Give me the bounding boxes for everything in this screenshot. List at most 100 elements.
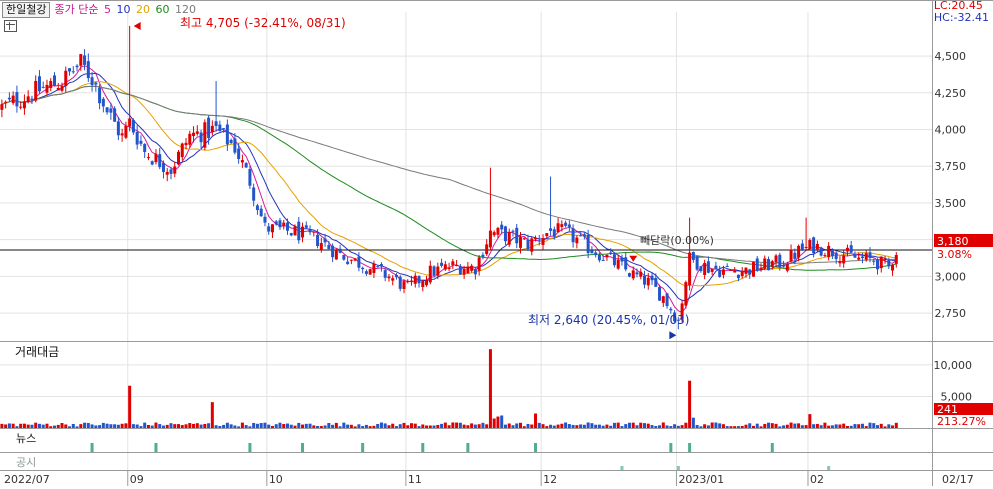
volume-bar — [466, 425, 470, 428]
ma-period-60[interactable]: 60 — [155, 3, 169, 16]
candle-body — [503, 226, 507, 242]
volume-bar — [34, 422, 38, 428]
volume-bar — [714, 422, 718, 428]
volume-bar — [184, 424, 188, 428]
volume-bar — [691, 417, 695, 428]
volume-bar — [402, 422, 406, 428]
candle-body — [853, 254, 857, 258]
volume-bar — [684, 422, 688, 428]
volume-bar — [45, 423, 49, 428]
candle-body — [767, 259, 771, 271]
candle-body — [530, 238, 534, 252]
volume-bar — [255, 423, 259, 428]
price-tick-label: 3,500 — [935, 197, 967, 210]
ma-period-10[interactable]: 10 — [116, 3, 130, 16]
volume-bar — [207, 423, 211, 428]
candle-body — [289, 233, 293, 236]
volume-bar — [500, 415, 504, 428]
candle-body — [316, 234, 320, 247]
stock-name-box[interactable]: 한일철강 — [2, 2, 51, 18]
candle-body — [830, 249, 834, 257]
candle-body — [759, 267, 763, 270]
volume-bar — [894, 422, 898, 428]
candle-body — [11, 95, 15, 104]
volume-bar — [398, 424, 402, 428]
volume-bar — [646, 423, 650, 428]
candle-body — [819, 247, 823, 256]
change-pct-label: 3.08% — [937, 248, 972, 261]
volume-bar — [763, 423, 767, 428]
candle-body — [128, 118, 132, 127]
candle-body — [79, 54, 83, 66]
volume-bar — [173, 424, 177, 428]
candle-body — [778, 254, 782, 268]
volume-bar — [233, 425, 237, 428]
volume-bar — [364, 424, 368, 428]
candle-body — [658, 287, 662, 301]
candle-body — [609, 252, 613, 254]
candle-body — [22, 101, 26, 109]
candle-body — [421, 280, 425, 288]
volume-bar — [177, 424, 181, 428]
volume-bar — [842, 423, 846, 428]
candle-body — [233, 138, 237, 153]
volume-bar — [808, 414, 812, 428]
volume-bar — [849, 425, 853, 428]
candle-body — [222, 128, 226, 130]
candle-body — [879, 256, 883, 269]
ma-period-5[interactable]: 5 — [104, 3, 111, 16]
candle-body — [639, 271, 643, 277]
volume-bar — [282, 424, 286, 428]
candle-body — [763, 258, 767, 269]
candle-body — [52, 75, 56, 86]
volume-bar — [616, 422, 620, 428]
volume-bar — [376, 423, 380, 428]
table-menu-icon[interactable] — [4, 20, 17, 32]
candle-body — [199, 132, 203, 143]
volume-bar — [98, 425, 102, 428]
volume-bar — [695, 424, 699, 428]
volume-bar — [876, 425, 880, 428]
candle-body — [327, 245, 331, 249]
volume-bar — [135, 424, 139, 428]
volume-bar — [158, 424, 162, 428]
candle-body — [139, 140, 143, 144]
high-annotation: 최고 4,705 (-32.41%, 08/31) — [180, 16, 346, 30]
candle-body — [131, 119, 135, 133]
volume-bar — [518, 422, 522, 428]
candle-body — [650, 275, 654, 281]
news-mark — [90, 443, 94, 452]
volume-bar — [740, 425, 744, 428]
volume-tick-label: 5,000 — [941, 390, 973, 403]
candle-body — [477, 257, 481, 271]
candle-body — [560, 224, 564, 227]
candle-body — [436, 266, 440, 276]
price-tick-label: 4,000 — [935, 124, 967, 137]
ma-period-120[interactable]: 120 — [175, 3, 196, 16]
volume-bar — [845, 425, 849, 428]
chart-svg[interactable]: 4,5004,2504,0003,7503,5003,2503,0002,750… — [0, 0, 993, 486]
candle-body — [113, 108, 117, 122]
candle-body — [379, 264, 383, 267]
candle-body — [225, 124, 229, 145]
lc-hc-readout: LC:20.45 HC:-32.41 — [934, 0, 989, 24]
volume-bar — [721, 424, 725, 428]
candle-body — [706, 261, 710, 273]
ma-period-20[interactable]: 20 — [136, 3, 150, 16]
volume-bar — [26, 424, 30, 428]
volume-bar — [161, 425, 165, 428]
volume-bar — [323, 425, 327, 428]
volume-bar — [470, 423, 474, 428]
candle-body — [838, 261, 842, 264]
candle-body — [210, 125, 214, 133]
volume-bar — [304, 423, 308, 428]
candle-body — [94, 82, 98, 85]
volume-bar — [654, 426, 658, 428]
volume-bar — [582, 424, 586, 428]
stock-chart[interactable]: 4,5004,2504,0003,7503,5003,2503,0002,750… — [0, 0, 993, 486]
candle-body — [842, 255, 846, 264]
news-mark — [688, 443, 692, 452]
news-mark — [466, 443, 470, 452]
volume-bar — [432, 425, 436, 428]
volume-bar — [812, 424, 816, 428]
